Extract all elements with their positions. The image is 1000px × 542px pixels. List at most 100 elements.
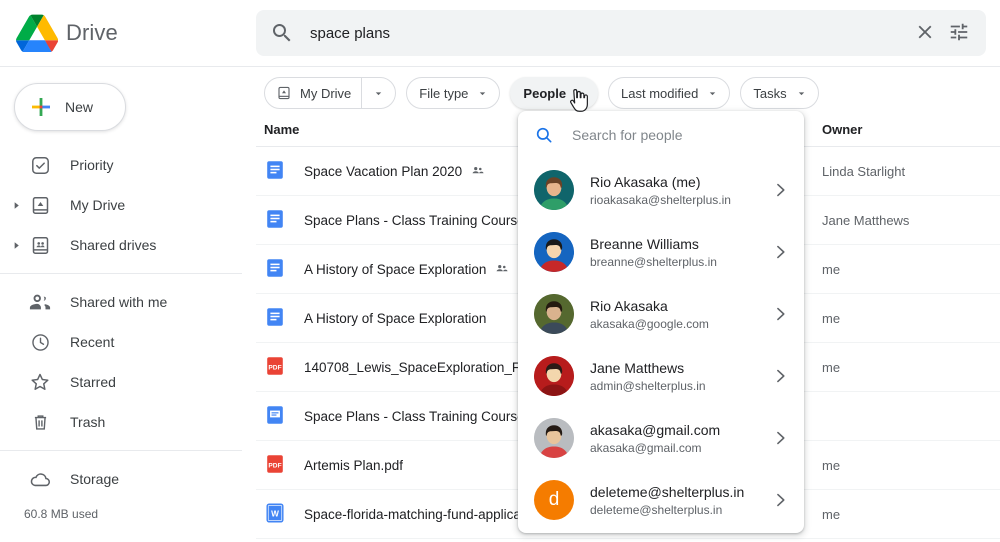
sidebar-item-label: Priority: [70, 157, 114, 173]
search-input[interactable]: [310, 24, 908, 42]
search-options-button[interactable]: [942, 16, 976, 50]
filter-chip-label: File type: [419, 85, 469, 101]
sidebar-item-label: Storage: [70, 471, 120, 487]
filter-chip-row: My Drive File type People Last modified …: [256, 67, 1000, 113]
filter-chip-tasks[interactable]: Tasks: [740, 77, 819, 109]
column-header-owner[interactable]: Owner: [822, 122, 1000, 137]
avatar: [534, 232, 574, 272]
sidebar-item-my-drive[interactable]: My Drive: [0, 185, 242, 225]
people-item-email: breanne@shelterplus.in: [590, 254, 717, 269]
people-list-item[interactable]: Rio Akasaka (me) rioakasaka@shelterplus.…: [518, 159, 804, 221]
expand-caret-icon[interactable]: [4, 200, 28, 211]
filter-chip-label: Tasks: [753, 85, 787, 101]
chevron-down-icon: [706, 87, 719, 100]
storage-used-text: 60.8 MB used: [24, 507, 99, 521]
expand-caret-icon[interactable]: [4, 240, 28, 251]
svg-text:PDF: PDF: [268, 364, 281, 371]
people-item-text: deleteme@shelterplus.in deleteme@shelter…: [590, 483, 764, 518]
sidebar-item-storage[interactable]: Storage: [0, 459, 242, 499]
chevron-right-icon[interactable]: [770, 366, 790, 386]
gslides-file-icon: [264, 404, 288, 428]
file-name-text: Space-florida-matching-fund-application: [304, 506, 543, 522]
sidebar-item-starred[interactable]: Starred: [0, 362, 242, 402]
file-name-text: Space Plans - Class Training Course: [304, 408, 525, 424]
people-item-name: Rio Akasaka: [590, 297, 668, 314]
filter-chip-label: My Drive: [300, 85, 352, 101]
chevron-right-icon[interactable]: [770, 304, 790, 324]
shared-people-icon: [470, 163, 486, 179]
gdoc-file-icon: [264, 257, 288, 281]
sidebar-nav-primary: Priority My Drive Shared drives Shared w…: [0, 139, 256, 521]
people-icon: [28, 290, 52, 314]
chevron-down-icon[interactable]: [361, 78, 395, 108]
new-button-label: New: [65, 99, 94, 115]
file-name-text: A History of Space Exploration: [304, 310, 487, 326]
my-drive-icon: [28, 193, 52, 217]
chevron-right-icon[interactable]: [770, 180, 790, 200]
sidebar: New Priority My Drive Shared drives Shar…: [0, 67, 256, 542]
filter-chip-people[interactable]: People: [510, 77, 599, 109]
avatar: [534, 418, 574, 458]
file-name-text: A History of Space Exploration: [304, 261, 487, 277]
trash-icon: [28, 410, 52, 434]
people-list-item[interactable]: d deleteme@shelterplus.in deleteme@shelt…: [518, 469, 804, 531]
sidebar-item-label: My Drive: [70, 197, 126, 213]
sidebar-item-trash[interactable]: Trash: [0, 402, 242, 442]
filter-chip-my-drive[interactable]: My Drive: [264, 77, 397, 109]
file-owner-cell: me: [822, 506, 841, 522]
avatar: [534, 170, 574, 210]
my-drive-icon: [276, 85, 292, 101]
people-search-input[interactable]: [572, 127, 788, 143]
chevron-right-icon[interactable]: [770, 428, 790, 448]
people-item-email: akasaka@google.com: [590, 316, 709, 331]
people-item-name: Breanne Williams: [590, 235, 699, 252]
brand-title: Drive: [66, 20, 118, 45]
shared-people-icon: [494, 261, 510, 277]
google-drive-logo-icon: [16, 14, 59, 53]
people-item-name: deleteme@shelterplus.in: [590, 483, 745, 500]
pdf-file-icon: PDF: [264, 355, 288, 379]
people-list-item[interactable]: akasaka@gmail.com akasaka@gmail.com: [518, 407, 804, 469]
search-clear-button[interactable]: [908, 16, 942, 50]
sidebar-item-shared-drives[interactable]: Shared drives: [0, 225, 242, 265]
file-name-text: 140708_Lewis_SpaceExploration_Final: [304, 359, 542, 375]
svg-text:W: W: [271, 510, 279, 519]
top-bar: Drive: [0, 0, 1000, 67]
filter-chip-file-type[interactable]: File type: [406, 77, 501, 109]
search-box[interactable]: [256, 10, 986, 56]
sidebar-item-label: Starred: [70, 374, 116, 390]
filter-chip-last-modified[interactable]: Last modified: [608, 77, 731, 109]
people-item-email: akasaka@gmail.com: [590, 440, 702, 455]
people-list-item[interactable]: Breanne Williams breanne@shelterplus.in: [518, 221, 804, 283]
people-list-item[interactable]: Jane Matthews admin@shelterplus.in: [518, 345, 804, 407]
shared-drives-icon: [28, 233, 52, 257]
sidebar-item-recent[interactable]: Recent: [0, 322, 242, 362]
people-item-name: Rio Akasaka (me): [590, 173, 701, 190]
chevron-down-icon: [476, 87, 489, 100]
sidebar-item-shared-with-me[interactable]: Shared with me: [0, 282, 242, 322]
people-search-row[interactable]: [518, 111, 804, 159]
sidebar-item-priority[interactable]: Priority: [0, 145, 242, 185]
drive-app: Drive space plans New Priority My Drive …: [0, 0, 1000, 542]
chevron-down-icon: [574, 87, 587, 100]
file-owner-cell: me: [822, 261, 841, 277]
tune-icon: [948, 21, 970, 46]
chevron-right-icon[interactable]: [770, 242, 790, 262]
chevron-down-icon: [795, 87, 808, 100]
file-owner-cell: me: [822, 359, 841, 375]
brand[interactable]: Drive: [0, 14, 256, 53]
filter-chip-label: Last modified: [621, 85, 699, 101]
people-list-item[interactable]: Rio Akasaka akasaka@google.com: [518, 283, 804, 345]
sidebar-item-label: Trash: [70, 414, 106, 430]
filter-chip-label: People: [523, 85, 567, 101]
search-area: [256, 10, 1000, 56]
gdoc-file-icon: [264, 208, 288, 232]
new-button[interactable]: New: [14, 83, 126, 131]
search-icon: [270, 21, 294, 45]
cloud-icon: [28, 467, 52, 491]
people-item-text: Breanne Williams breanne@shelterplus.in: [590, 235, 764, 270]
people-item-text: Rio Akasaka akasaka@google.com: [590, 297, 764, 332]
chevron-right-icon[interactable]: [770, 490, 790, 510]
people-filter-dropdown: Rio Akasaka (me) rioakasaka@shelterplus.…: [518, 111, 804, 533]
star-icon: [28, 370, 52, 394]
